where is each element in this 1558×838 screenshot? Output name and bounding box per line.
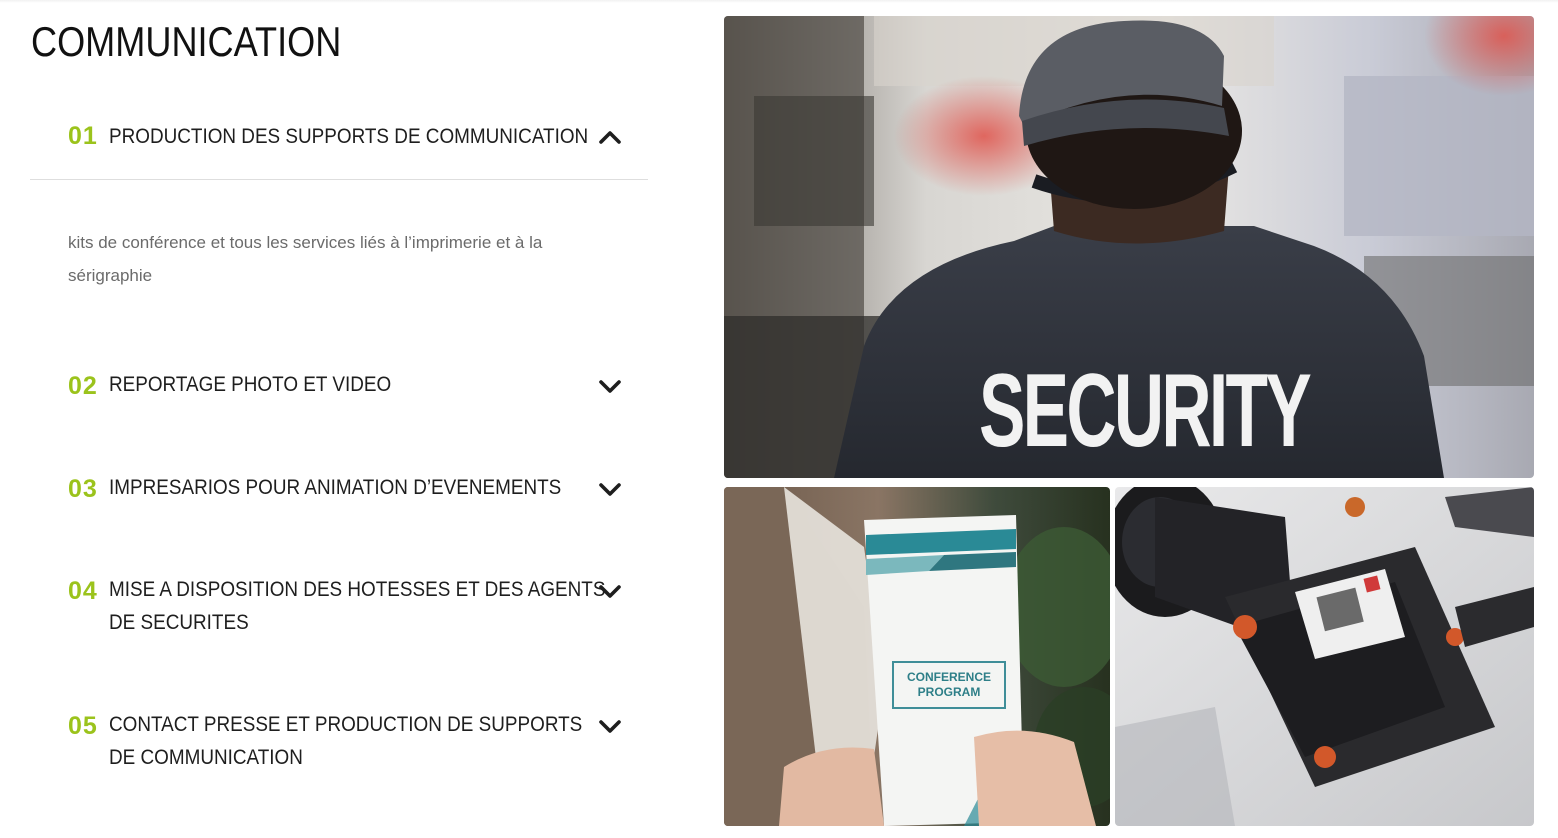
brochure-text-line1: CONFERENCE — [907, 670, 991, 684]
item-number: 03 — [68, 475, 98, 503]
chevron-down-icon[interactable] — [598, 714, 622, 738]
item-label: CONTACT PRESSE ET PRODUCTION DE SUPPORTS… — [109, 713, 583, 769]
item-label: REPORTAGE PHOTO ET VIDEO — [109, 373, 392, 396]
chevron-down-icon[interactable] — [598, 374, 622, 398]
communication-section: COMMUNICATION 01 PRODUCTION DES SUPPORTS… — [0, 0, 1558, 838]
chevron-down-icon[interactable] — [598, 579, 622, 603]
item-number: 01 — [68, 122, 98, 150]
security-guard-photo: SECURITY — [724, 16, 1534, 478]
accordion-panel-01-text: kits de conférence et tous les services … — [68, 233, 543, 285]
conference-program-photo: CONFERENCE PROGRAM — [724, 487, 1110, 826]
brochure-text-line2: PROGRAM — [918, 685, 981, 699]
item-label: PRODUCTION DES SUPPORTS DE COMMUNICATION — [109, 125, 589, 148]
accordion-header-03[interactable]: 03 IMPRESARIOS POUR ANIMATION D’EVENEMEN… — [30, 471, 648, 511]
accordion-header-05[interactable]: 05 CONTACT PRESSE ET PRODUCTION DE SUPPO… — [30, 708, 648, 778]
section-title: COMMUNICATION — [31, 18, 342, 65]
accordion-header-04[interactable]: 04 MISE A DISPOSITION DES HOTESSES ET DE… — [30, 573, 648, 643]
top-border — [0, 0, 1558, 3]
accordion-header-01[interactable]: 01 PRODUCTION DES SUPPORTS DE COMMUNICAT… — [30, 118, 648, 158]
item-label: IMPRESARIOS POUR ANIMATION D’EVENEMENTS — [109, 476, 562, 499]
photo-gallery: SECURITY CONFERENCE PROGRAM — [724, 16, 1534, 826]
item-number: 02 — [68, 372, 98, 400]
security-shirt-text: SECURITY — [979, 353, 1311, 469]
accordion-header-02[interactable]: 02 REPORTAGE PHOTO ET VIDEO — [30, 368, 648, 408]
item-number: 05 — [68, 712, 98, 740]
accordion-divider — [30, 179, 648, 180]
chevron-up-icon[interactable] — [598, 126, 622, 150]
video-camera-photo — [1115, 487, 1534, 826]
chevron-down-icon[interactable] — [598, 477, 622, 501]
item-label: MISE A DISPOSITION DES HOTESSES ET DES A… — [109, 578, 606, 634]
item-number: 04 — [68, 577, 98, 605]
